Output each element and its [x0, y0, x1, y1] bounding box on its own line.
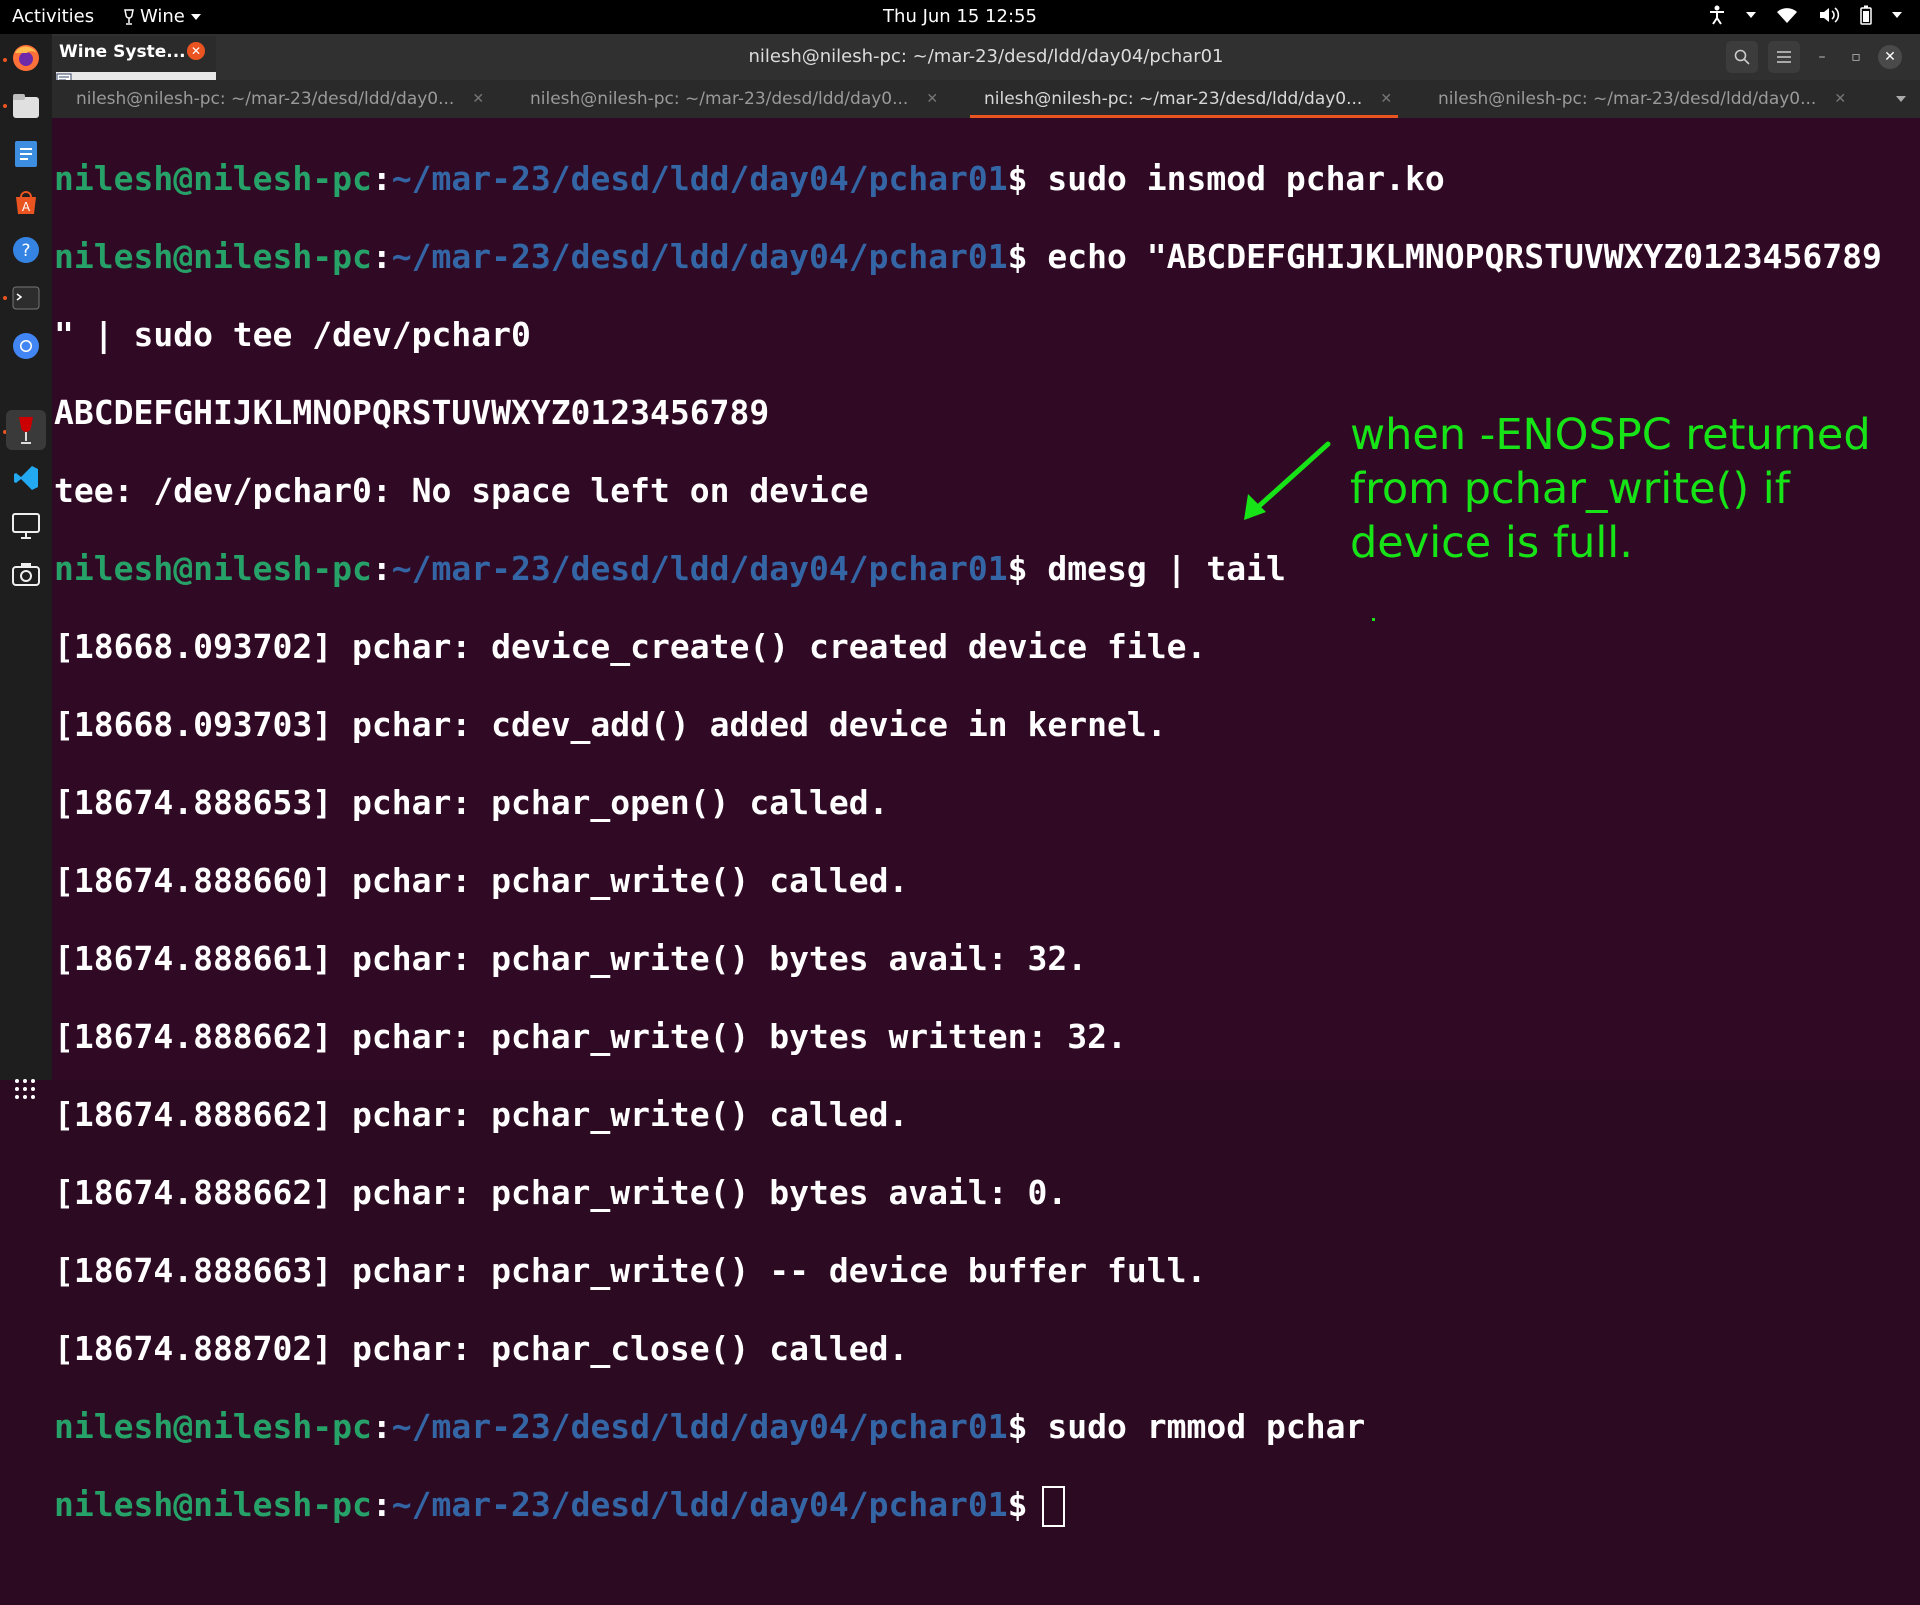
prompt-path: ~/mar-23/desd/ldd/day04/pchar01 [391, 159, 1008, 198]
prompt-path: ~/mar-23/desd/ldd/day04/pchar01 [391, 237, 1008, 276]
command-continuation: " | sudo tee /dev/pchar0 [54, 315, 531, 354]
prompt-path: ~/mar-23/desd/ldd/day04/pchar01 [391, 1485, 1008, 1524]
tab-3-active[interactable]: nilesh@nilesh-pc: ~/mar-23/desd/ldd/day0… [970, 80, 1399, 118]
dmesg-line: [18674.888662] pchar: pchar_write() byte… [54, 1173, 1068, 1212]
svg-text:?: ? [21, 241, 30, 261]
annotation-text: when -ENOSPC returned from pchar_write()… [1350, 408, 1871, 570]
terminal-area[interactable]: nilesh@nilesh-pc:~/mar-23/desd/ldd/day04… [52, 118, 1920, 1527]
menu-button[interactable] [1768, 41, 1800, 73]
terminal-cursor[interactable] [1041, 1486, 1065, 1527]
close-icon[interactable]: ✕ [187, 42, 205, 60]
prompt-user-host: nilesh@nilesh-pc [54, 1485, 372, 1524]
prompt-user-host: nilesh@nilesh-pc [54, 159, 372, 198]
annotation-line: device is full. [1350, 518, 1633, 568]
wine-glass-icon [124, 8, 134, 25]
command: echo "ABCDEFGHIJKLMNOPQRSTUVWXYZ01234567… [1047, 237, 1882, 276]
software-center-icon[interactable]: A [6, 182, 46, 222]
prompt-user-host: nilesh@nilesh-pc [54, 549, 372, 588]
chevron-down-icon [190, 13, 201, 20]
activities-button[interactable]: Activities [12, 6, 94, 27]
close-icon[interactable]: ✕ [926, 91, 938, 107]
chevron-down-icon[interactable] [1892, 12, 1902, 18]
wine-popup-title: Wine Syste... [59, 42, 186, 62]
dmesg-line: [18674.888660] pchar: pchar_write() call… [54, 861, 909, 900]
vscode-icon[interactable] [6, 458, 46, 498]
prompt-user-host: nilesh@nilesh-pc [54, 237, 372, 276]
firefox-icon[interactable] [6, 38, 46, 78]
prompt-user-host: nilesh@nilesh-pc [54, 1407, 372, 1446]
annotation-arrow-icon [1244, 441, 1331, 520]
top-bar: Activities Wine Thu Jun 15 12:55 [0, 0, 1920, 34]
files-icon[interactable] [6, 86, 46, 126]
tab-label: nilesh@nilesh-pc: ~/mar-23/desd/ldd/day0… [530, 89, 909, 109]
volume-icon[interactable] [1818, 6, 1840, 24]
prompt-line: nilesh@nilesh-pc:~/mar-23/desd/ldd/day04… [54, 1485, 1882, 1527]
close-icon[interactable]: ✕ [1834, 91, 1846, 107]
prompt-line: nilesh@nilesh-pc:~/mar-23/desd/ldd/day04… [54, 159, 1445, 198]
chevron-down-icon[interactable] [1746, 12, 1756, 18]
tab-label: nilesh@nilesh-pc: ~/mar-23/desd/ldd/day0… [984, 89, 1363, 109]
app-menu[interactable]: Wine [124, 6, 201, 27]
dmesg-line: [18674.888702] pchar: pchar_close() call… [54, 1329, 909, 1368]
restore-icon: ▫ [1851, 49, 1861, 65]
remote-desktop-icon[interactable] [6, 506, 46, 546]
search-button[interactable] [1726, 41, 1758, 73]
tab-label: nilesh@nilesh-pc: ~/mar-23/desd/ldd/day0… [76, 89, 455, 109]
command: sudo insmod pchar.ko [1047, 159, 1445, 198]
tab-1[interactable]: nilesh@nilesh-pc: ~/mar-23/desd/ldd/day0… [76, 80, 484, 118]
minimize-icon: – [1818, 49, 1826, 65]
annotation-line: when -ENOSPC returned [1350, 410, 1871, 460]
prompt-path: ~/mar-23/desd/ldd/day04/pchar01 [391, 549, 1008, 588]
svg-text:A: A [22, 200, 31, 214]
close-icon[interactable]: ✕ [1380, 91, 1392, 107]
dock: A ? [0, 34, 52, 1099]
dmesg-line: [18674.888661] pchar: pchar_write() byte… [54, 939, 1088, 978]
tab-label: nilesh@nilesh-pc: ~/mar-23/desd/ldd/day0… [1438, 89, 1817, 109]
command: dmesg | tail [1047, 549, 1286, 588]
clock[interactable]: Thu Jun 15 12:55 [883, 6, 1037, 27]
tabs-dropdown-icon[interactable] [1896, 96, 1906, 102]
help-icon[interactable]: ? [6, 230, 46, 270]
terminal-output: nilesh@nilesh-pc:~/mar-23/desd/ldd/day04… [54, 120, 1882, 1605]
dmesg-line: [18674.888662] pchar: pchar_write() byte… [54, 1017, 1127, 1056]
window-title: nilesh@nilesh-pc: ~/mar-23/desd/ldd/day0… [748, 46, 1224, 67]
system-tray[interactable] [1708, 5, 1902, 25]
terminal-tabs: nilesh@nilesh-pc: ~/mar-23/desd/ldd/day0… [52, 80, 1920, 118]
wifi-icon[interactable] [1776, 6, 1798, 24]
command: sudo rmmod pchar [1047, 1407, 1366, 1446]
chromium-icon[interactable] [6, 326, 46, 366]
accessibility-icon[interactable] [1708, 5, 1726, 25]
wine-icon[interactable] [6, 410, 46, 450]
annotation-dot [1372, 618, 1375, 621]
window-titlebar[interactable]: nilesh@nilesh-pc: ~/mar-23/desd/ldd/day0… [52, 34, 1920, 80]
prompt-path: ~/mar-23/desd/ldd/day04/pchar01 [391, 1407, 1008, 1446]
close-icon: ✕ [1884, 49, 1896, 65]
minimize-button[interactable]: – [1810, 45, 1834, 69]
prompt-line: nilesh@nilesh-pc:~/mar-23/desd/ldd/day04… [54, 237, 1882, 276]
dmesg-line: [18668.093702] pchar: device_create() cr… [54, 627, 1207, 666]
dmesg-line: [18674.888663] pchar: pchar_write() -- d… [54, 1251, 1207, 1290]
battery-icon[interactable] [1860, 5, 1872, 25]
tab-2[interactable]: nilesh@nilesh-pc: ~/mar-23/desd/ldd/day0… [530, 80, 938, 118]
terminal-icon[interactable] [6, 278, 46, 318]
text-editor-icon[interactable] [6, 134, 46, 174]
annotation-line: from pchar_write() if [1350, 464, 1790, 514]
close-icon[interactable]: ✕ [472, 91, 484, 107]
dmesg-line: [18674.888662] pchar: pchar_write() call… [54, 1095, 909, 1134]
search-icon [1734, 49, 1750, 65]
prompt-line: nilesh@nilesh-pc:~/mar-23/desd/ldd/day04… [54, 1407, 1366, 1446]
show-applications-icon[interactable] [14, 1078, 36, 1104]
hamburger-menu-icon [1777, 51, 1791, 63]
maximize-button[interactable]: ▫ [1844, 45, 1868, 69]
screenshot-icon[interactable] [6, 554, 46, 594]
app-menu-label: Wine [140, 6, 185, 27]
tab-4[interactable]: nilesh@nilesh-pc: ~/mar-23/desd/ldd/day0… [1438, 80, 1846, 118]
dmesg-line: [18674.888653] pchar: pchar_open() calle… [54, 783, 889, 822]
dmesg-line: [18668.093703] pchar: cdev_add() added d… [54, 705, 1167, 744]
close-window-button[interactable]: ✕ [1878, 45, 1902, 69]
